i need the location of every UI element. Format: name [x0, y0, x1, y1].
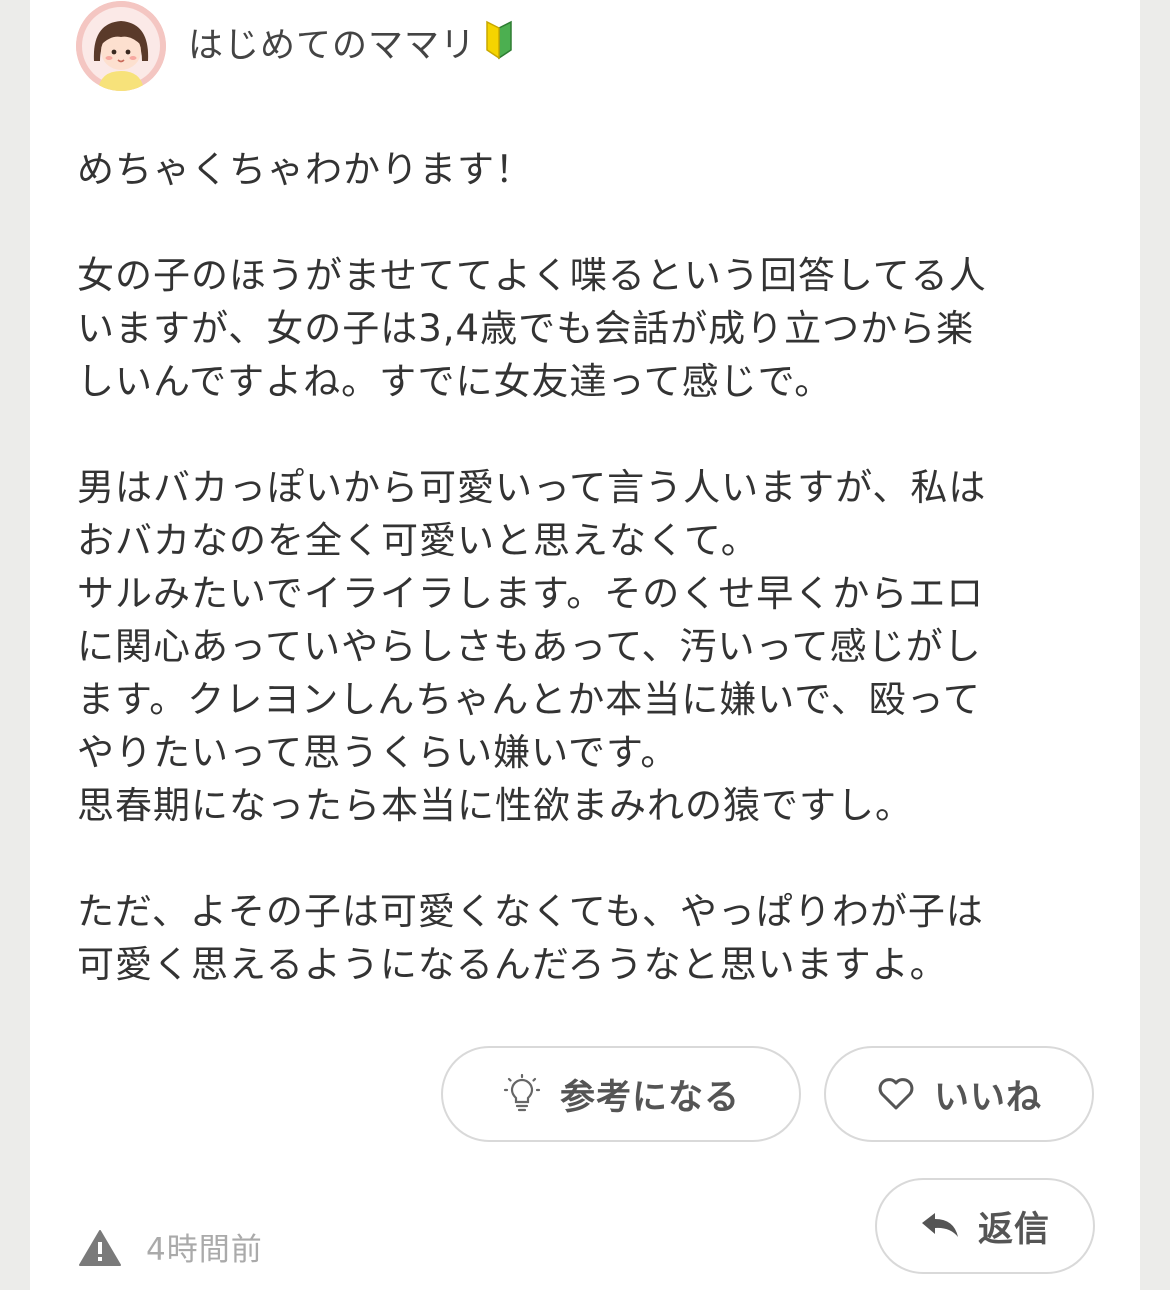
body-line: やりたいって思うくらい嫌いです。	[77, 731, 679, 774]
helpful-button[interactable]: 参考になる	[441, 1046, 801, 1142]
body-line: おバカなのを全く可愛いと思えなくて。	[77, 519, 759, 562]
body-line: 思春期になったら本当に性欲まみれの猿ですし。	[77, 784, 913, 827]
beginner-mark-icon	[484, 20, 514, 74]
username-text: はじめてのママリ	[188, 26, 477, 66]
body-line: ます。クレヨンしんちゃんとか本当に嫌いで、殴って	[77, 678, 981, 721]
girl-avatar-icon	[76, 1, 166, 91]
body-line: めちゃくちゃわかります！	[77, 148, 533, 191]
body-line: サルみたいでイライラします。そのくせ早くからエロ	[77, 572, 985, 615]
body-line: しいんですよね。すでに女友達って感じで。	[77, 360, 833, 403]
body-line: 女の子のほうがませててよく喋るという回答してる人	[77, 254, 987, 297]
report-button[interactable]	[78, 1228, 122, 1272]
answer-card: はじめてのママリ めちゃくちゃわかります！ 女の子のほうがませててよく喋るという…	[30, 0, 1140, 1290]
avatar[interactable]	[76, 1, 166, 91]
heart-icon	[876, 1076, 916, 1112]
reply-button[interactable]: 返信	[875, 1178, 1095, 1274]
timestamp: 4時間前	[146, 1232, 263, 1268]
author-username[interactable]: はじめてのママリ	[188, 20, 514, 70]
like-button[interactable]: いいね	[824, 1046, 1094, 1142]
helpful-label: 参考になる	[559, 1077, 740, 1118]
body-line: に関心あっていやらしさもあって、汚いって感じがし	[77, 625, 982, 668]
body-line: 可愛く思えるようになるんだろうなと思いますよ。	[77, 943, 948, 986]
reply-label: 返信	[977, 1209, 1050, 1250]
like-label: いいね	[933, 1077, 1042, 1118]
warning-icon	[78, 1228, 122, 1272]
answer-body: めちゃくちゃわかります！ 女の子のほうがませててよく喋るという回答してる人 いま…	[77, 143, 1117, 991]
body-line: 男はバカっぽいから可愛いって言う人いますが、私は	[77, 466, 987, 509]
reply-arrow-icon	[920, 1211, 960, 1241]
body-line: いますが、女の子は3,4歳でも会話が成り立つから楽	[77, 307, 975, 350]
body-line: ただ、よその子は可愛くなくても、やっぱりわが子は	[77, 890, 984, 933]
lightbulb-icon	[502, 1074, 542, 1114]
